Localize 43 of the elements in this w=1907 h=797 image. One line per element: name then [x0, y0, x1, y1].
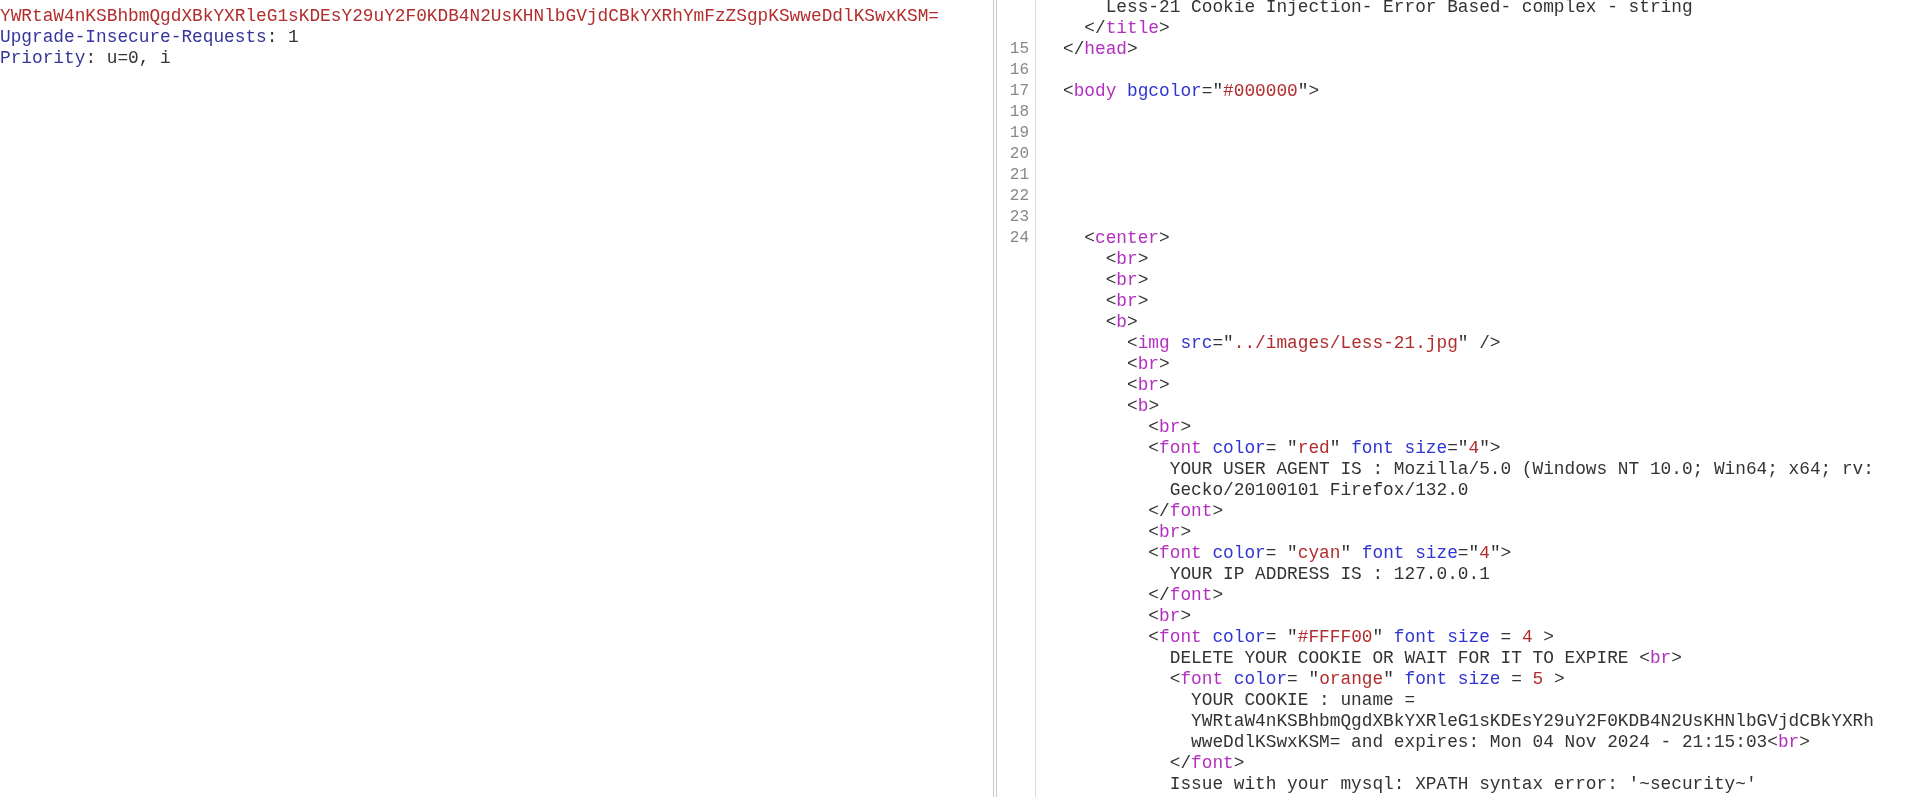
code-line: YOUR COOKIE : uname =: [1190, 690, 1416, 711]
code-line: <img src="../images/Less-21.jpg" />: [1126, 333, 1501, 354]
code-line: </font>: [1147, 501, 1224, 522]
code-line: </head>: [1063, 39, 1138, 60]
code-line: YOUR IP ADDRESS IS : 127.0.0.1: [1168, 564, 1490, 585]
code-line: <br>: [1147, 606, 1192, 627]
code-line: </font>: [1168, 753, 1245, 774]
code-line: <font color= "orange" font size = 5 >: [1168, 669, 1565, 690]
code-line: <br>: [1126, 375, 1170, 396]
code-line: Upgrade-Insecure-Requests: 1: [0, 27, 299, 48]
code-line: <center>: [1083, 228, 1170, 249]
code-line: <br>: [1147, 417, 1192, 438]
code-line: <font color= "red" font size="4">: [1147, 438, 1501, 459]
line-number: 17: [1009, 82, 1029, 100]
code-line: <b>: [1104, 312, 1138, 333]
code-line: YWRtaW4nKSBhbmQgdXBkYXRleG1sKDEsY29uY2F0KDB4N2UsKHNlbGVjdCBkYXRh: [1190, 711, 1874, 732]
line-number: 16: [1009, 61, 1029, 79]
code-line: <br>: [1104, 270, 1149, 291]
code-line: wweDdlKSwxKSM= and expires: Mon 04 Nov 2024 - 21:15:03<br>: [1190, 732, 1810, 753]
code-line: <br>: [1104, 249, 1149, 270]
line-number: 22: [1009, 187, 1029, 205]
code-line: Issue with your mysql: XPATH syntax error: '~security~': [1168, 774, 1757, 795]
code-line: YOUR USER AGENT IS : Mozilla/5.0 (Windows NT 10.0; Win64; x64; rv:: [1168, 459, 1874, 480]
code-line: <font color= "cyan" font size="4">: [1147, 543, 1512, 564]
line-number: 21: [1009, 166, 1029, 184]
code-line: <br>: [1126, 354, 1170, 375]
code-line: DELETE YOUR COOKIE OR WAIT FOR IT TO EXPIRE <br>: [1168, 648, 1682, 669]
line-number: 20: [1009, 145, 1029, 163]
code-line: </font>: [1147, 585, 1224, 606]
code-line: <br>: [1147, 522, 1192, 543]
code-line: YWRtaW4nKSBhbmQgdXBkYXRleG1sKDEsY29uY2F0KDB4N2UsKHNlbGVjdCBkYXRhYmFzZSgpKSwweDdlKSwxKSM=: [0, 6, 939, 27]
code-line: Gecko/20100101 Firefox/132.0: [1168, 480, 1469, 501]
line-number: 23: [1009, 208, 1029, 226]
code-line: Priority: u=0, i: [0, 48, 171, 69]
code-line: <b>: [1126, 396, 1160, 417]
code-line: <font color= "#FFFF00" font size = 4 >: [1147, 627, 1554, 648]
code-line: <body bgcolor="#000000">: [1063, 81, 1320, 102]
line-number: 19: [1009, 124, 1029, 142]
line-number: 15: [1009, 40, 1029, 58]
code-line: <br>: [1104, 291, 1149, 312]
line-number: 18: [1009, 103, 1029, 121]
code-line: </title>: [1083, 18, 1170, 39]
line-number: 24: [1009, 229, 1029, 247]
